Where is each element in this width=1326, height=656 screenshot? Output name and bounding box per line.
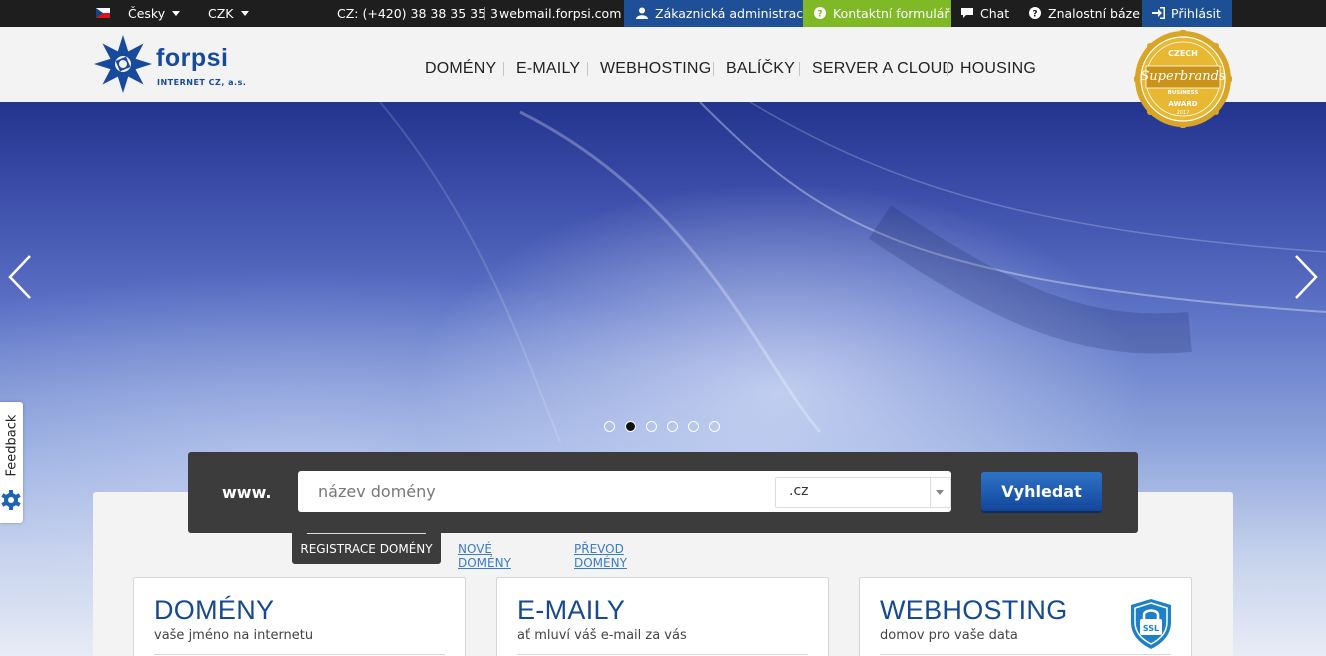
www-prefix: www. xyxy=(222,483,272,502)
feedback-tab[interactable]: Feedback xyxy=(0,402,23,523)
divider xyxy=(880,654,1171,655)
card-domeny[interactable]: DOMÉNY vaše jméno na internetu xyxy=(133,577,466,656)
knowledge-base-label: Znalostní báze xyxy=(1048,6,1140,21)
badge-main-text: Superbrands xyxy=(1140,69,1225,84)
contact-form-button[interactable]: ? Kontaktní formulář xyxy=(803,0,951,27)
divider xyxy=(517,654,808,655)
chevron-left-icon[interactable] xyxy=(4,252,44,302)
contact-form-label: Kontaktní formulář xyxy=(833,6,950,21)
superbrands-award-badge: CZECH Superbrands BUSINESS AWARD 2017 xyxy=(1134,30,1232,128)
card-subtitle: domov pro vaše data xyxy=(880,628,1018,643)
slider-dot[interactable] xyxy=(604,421,615,432)
divider xyxy=(484,7,485,20)
logo-text[interactable]: forpsi xyxy=(156,44,228,73)
gear-icon xyxy=(1,490,21,510)
hero-slider: www. název domény .cz Vyhledat REGISTRAC… xyxy=(0,102,1326,656)
slider-dot[interactable] xyxy=(667,421,678,432)
nav-balicky[interactable]: BALÍČKY xyxy=(726,60,795,78)
svg-text:?: ? xyxy=(817,10,822,20)
badge-year-text: 2017 xyxy=(1177,110,1190,116)
nav-divider xyxy=(713,62,714,76)
slider-dot[interactable] xyxy=(688,421,699,432)
chat-label: Chat xyxy=(980,6,1010,21)
nav-domeny[interactable]: DOMÉNY xyxy=(425,60,496,78)
domain-search-box: www. název domény .cz Vyhledat xyxy=(188,452,1138,533)
language-selector[interactable]: Česky xyxy=(128,0,165,27)
card-webhosting[interactable]: WEBHOSTING domov pro vaše data SSL xyxy=(859,577,1192,656)
tab-prevod-domeny[interactable]: PŘEVOD DOMÉNY xyxy=(574,542,627,570)
card-emaily[interactable]: E-MAILY ať mluví váš e-mail za vás xyxy=(496,577,829,656)
tld-select[interactable]: .cz xyxy=(775,477,951,508)
top-bar: Česky CZK CZ: (+420) 38 38 35 35 3 webma… xyxy=(0,0,1326,27)
nav-divider xyxy=(799,62,800,76)
phone-number: CZ: (+420) 38 38 35 35 3 xyxy=(337,6,499,21)
chevron-down-icon[interactable] xyxy=(172,11,180,16)
nav-server-a-cloud[interactable]: SERVER A CLOUD xyxy=(812,60,954,78)
card-title: WEBHOSTING xyxy=(880,595,1068,625)
ssl-shield-icon: SSL xyxy=(1131,599,1171,649)
slider-dot[interactable] xyxy=(646,421,657,432)
chevron-down-icon[interactable] xyxy=(241,11,249,16)
badge-sub2-text: AWARD xyxy=(1168,100,1197,108)
svg-text:?: ? xyxy=(1032,10,1037,20)
chat-bubble-icon xyxy=(961,1,973,18)
currency-selector[interactable]: CZK xyxy=(208,0,234,27)
slider-dot-active[interactable] xyxy=(625,421,636,432)
user-icon xyxy=(636,1,648,19)
customer-admin-label: Zákaznická administrace xyxy=(655,6,811,21)
nav-divider xyxy=(947,62,948,76)
sign-in-icon xyxy=(1152,1,1165,19)
nav-divider xyxy=(503,62,504,76)
card-title: DOMÉNY xyxy=(154,595,275,625)
badge-sub1-text: BUSINESS xyxy=(1168,90,1199,96)
card-title: E-MAILY xyxy=(517,595,626,625)
divider xyxy=(154,654,445,655)
nav-housing[interactable]: HOUSING xyxy=(960,60,1036,78)
tld-select-value: .cz xyxy=(789,483,809,499)
tab-registrace-domeny[interactable]: REGISTRACE DOMÉNY xyxy=(292,533,441,564)
domain-search-placeholder: název domény xyxy=(318,482,436,501)
nav-webhosting[interactable]: WEBHOSTING xyxy=(600,60,711,78)
slider-dot[interactable] xyxy=(709,421,720,432)
customer-admin-button[interactable]: Zákaznická administrace xyxy=(624,0,811,27)
chevron-down-icon xyxy=(936,490,944,495)
login-label: Přihlásit xyxy=(1171,6,1221,21)
chat-button[interactable]: Chat xyxy=(951,0,1021,27)
tab-nove-domeny[interactable]: NOVÉ DOMÉNY xyxy=(458,542,511,570)
question-circle-icon: ? xyxy=(1029,1,1041,20)
czech-flag-icon xyxy=(96,8,110,18)
nav-emaily[interactable]: E-MAILY xyxy=(516,60,580,78)
question-circle-icon: ? xyxy=(814,1,826,20)
header: forpsi INTERNET CZ, a.s. DOMÉNY E-MAILY … xyxy=(0,27,1326,103)
ssl-icon-text: SSL xyxy=(1143,624,1159,633)
login-button[interactable]: Přihlásit xyxy=(1142,0,1232,27)
badge-top-text: CZECH xyxy=(1168,49,1198,58)
feedback-label: Feedback xyxy=(4,414,20,477)
nav-divider xyxy=(587,62,588,76)
chevron-right-icon[interactable] xyxy=(1286,252,1326,302)
card-subtitle: ať mluví váš e-mail za vás xyxy=(517,628,687,643)
divider xyxy=(930,478,931,507)
domain-search-input[interactable]: název domény .cz xyxy=(298,471,951,512)
forpsi-logo-icon[interactable] xyxy=(93,34,153,94)
webmail-link[interactable]: webmail.forpsi.com xyxy=(499,0,621,27)
search-button[interactable]: Vyhledat xyxy=(981,472,1102,511)
knowledge-base-button[interactable]: ? Znalostní báze xyxy=(1021,0,1142,27)
card-subtitle: vaše jméno na internetu xyxy=(154,628,314,643)
logo-subtitle: INTERNET CZ, a.s. xyxy=(157,78,247,87)
